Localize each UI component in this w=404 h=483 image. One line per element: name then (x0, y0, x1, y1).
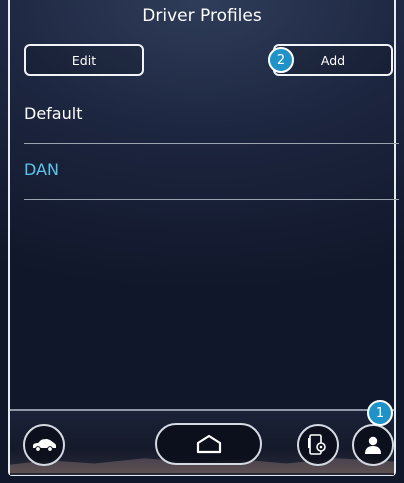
home-button[interactable] (155, 423, 262, 465)
edit-button[interactable]: Edit (24, 44, 144, 76)
car-icon (33, 439, 56, 452)
profile-item-default[interactable]: Default (24, 104, 82, 123)
callout-badge-add: 2 (268, 47, 294, 73)
driver-profile-button[interactable] (352, 424, 394, 466)
person-icon (365, 436, 381, 454)
divider (24, 199, 399, 200)
phone-settings-icon (308, 434, 326, 455)
home-icon (196, 434, 221, 454)
page-title: Driver Profiles (142, 6, 262, 26)
vehicle-button[interactable] (23, 424, 65, 466)
profile-item-dan[interactable]: DAN (24, 160, 59, 179)
phone-settings-button[interactable] (297, 424, 339, 466)
divider (24, 143, 399, 144)
callout-badge-profile: 1 (367, 400, 393, 426)
screen: Driver Profiles Edit Add 2 Default DAN 1 (0, 0, 404, 483)
